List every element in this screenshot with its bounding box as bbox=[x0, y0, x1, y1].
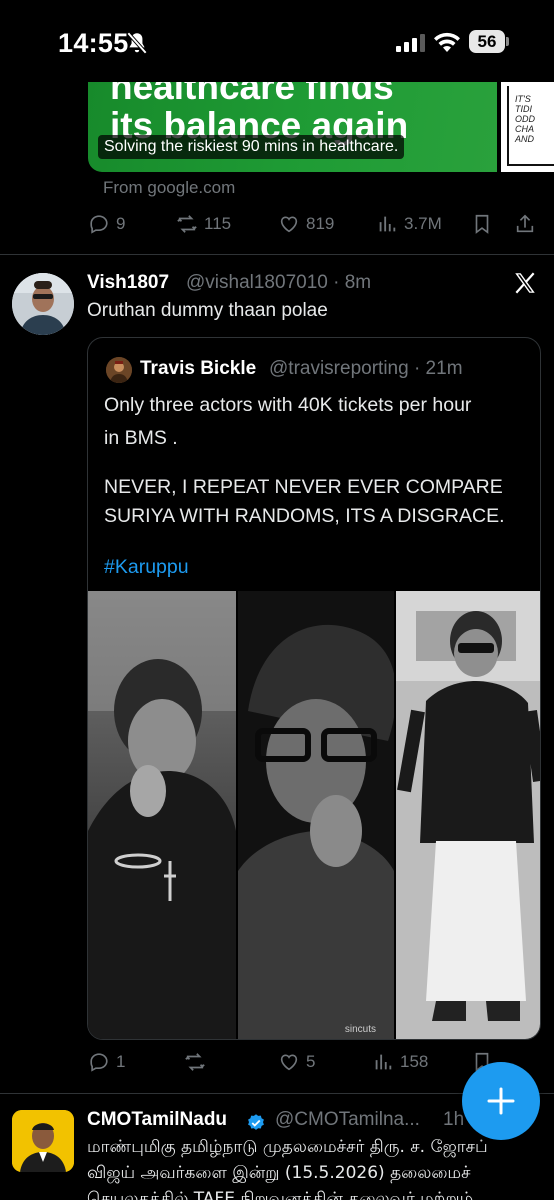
quoted-tweet-card[interactable]: Travis Bickle @travisreporting · 21m Onl… bbox=[87, 337, 541, 1040]
bookmark-icon[interactable] bbox=[471, 213, 493, 235]
reply-icon bbox=[90, 215, 108, 234]
author-handle[interactable]: @vishal1807010 · 8m bbox=[186, 272, 371, 294]
heart-icon bbox=[280, 1054, 298, 1071]
ad-action-bar: 9 115 819 3.7M bbox=[88, 209, 538, 239]
verified-badge-icon bbox=[248, 1114, 264, 1130]
plus-icon bbox=[487, 1087, 515, 1115]
like-count: 5 bbox=[306, 1052, 316, 1071]
tweet-action-bar: 1 5 158 bbox=[88, 1047, 538, 1077]
ad-caption: Solving the riskiest 90 mins in healthca… bbox=[98, 135, 405, 159]
media-image-1[interactable] bbox=[88, 591, 236, 1039]
quoted-author-avatar[interactable] bbox=[106, 357, 132, 383]
like-count: 819 bbox=[306, 214, 335, 233]
views-button[interactable]: 3.7M bbox=[376, 209, 442, 239]
battery-indicator: 56 bbox=[469, 30, 505, 53]
hashtag-link[interactable]: #Karuppu bbox=[104, 556, 189, 579]
cmo-text-line: விஜய் அவர்களை இன்று (15.5.2026) தலைமைச் bbox=[87, 1163, 471, 1183]
status-bar: 14:55 56 bbox=[0, 0, 554, 82]
status-time: 14:55 bbox=[58, 28, 129, 58]
battery-tip bbox=[506, 37, 509, 46]
share-icon[interactable] bbox=[514, 213, 536, 235]
reply-icon bbox=[90, 1053, 108, 1072]
ad-side-image[interactable]: IT'S TIDI ODD CHA AND bbox=[501, 82, 554, 172]
views-count: 158 bbox=[400, 1052, 429, 1071]
heart-icon bbox=[280, 216, 298, 233]
reply-button[interactable]: 1 bbox=[88, 1047, 125, 1077]
media-image-2[interactable]: sincuts bbox=[238, 591, 394, 1039]
quoted-author-handle[interactable]: @travisreporting · 21m bbox=[269, 358, 463, 380]
views-button[interactable]: 158 bbox=[372, 1047, 428, 1077]
media-image-3[interactable] bbox=[396, 591, 540, 1039]
reply-button[interactable]: 9 bbox=[88, 209, 125, 239]
repost-icon bbox=[185, 1053, 205, 1071]
quoted-author-name[interactable]: Travis Bickle bbox=[140, 358, 256, 380]
cmo-handle[interactable]: @CMOTamilna... bbox=[275, 1109, 420, 1131]
quoted-text-line: Only three actors with 40K tickets per h… bbox=[104, 394, 472, 416]
cmo-time: 1h bbox=[443, 1109, 465, 1130]
cmo-text-line: செயலகத்தில் TAFE நிறுவனத்தின் தலைவர் மற்… bbox=[87, 1189, 474, 1200]
repost-icon bbox=[177, 215, 197, 233]
bell-muted-icon bbox=[126, 31, 148, 55]
image-watermark: sincuts bbox=[344, 1024, 376, 1035]
author-avatar[interactable] bbox=[12, 273, 74, 335]
tweet-text: Oruthan dummy thaan polae bbox=[87, 300, 328, 321]
like-button[interactable]: 5 bbox=[278, 1047, 315, 1077]
like-button[interactable]: 819 bbox=[278, 209, 334, 239]
repost-button[interactable] bbox=[184, 1047, 212, 1077]
views-icon bbox=[375, 1054, 392, 1070]
cmo-avatar[interactable] bbox=[12, 1110, 74, 1172]
reply-count: 1 bbox=[116, 1052, 126, 1071]
tweet-divider bbox=[0, 254, 554, 255]
views-icon bbox=[379, 216, 396, 232]
cmo-name[interactable]: CMOTamilNadu bbox=[87, 1109, 227, 1131]
ad-source-link[interactable]: From google.com bbox=[103, 178, 235, 198]
quoted-text-line: in BMS . bbox=[104, 427, 178, 449]
compose-tweet-button[interactable] bbox=[462, 1062, 540, 1140]
repost-button[interactable]: 115 bbox=[176, 209, 231, 239]
quoted-text-line: SURIYA WITH RANDOMS, ITS A DISGRACE. bbox=[104, 505, 505, 527]
views-count: 3.7M bbox=[404, 214, 442, 233]
x-logo-icon bbox=[515, 272, 535, 294]
reply-count: 9 bbox=[116, 214, 126, 233]
cmo-text-line: மாண்புமிகு தமிழ்நாடு முதலமைச்சர் திரு. ச… bbox=[87, 1137, 488, 1157]
author-name[interactable]: Vish1807 bbox=[87, 272, 169, 294]
cellular-signal-icon bbox=[396, 34, 425, 52]
repost-count: 115 bbox=[204, 214, 232, 233]
quoted-media-grid[interactable]: sincuts bbox=[88, 591, 540, 1039]
ad-side-text: IT'S TIDI ODD CHA AND bbox=[515, 94, 535, 144]
ad-image-card[interactable]: healthcare finds its balance again Solvi… bbox=[88, 82, 497, 172]
quoted-text-line: NEVER, I REPEAT NEVER EVER COMPARE bbox=[104, 476, 503, 498]
wifi-icon bbox=[434, 32, 460, 52]
